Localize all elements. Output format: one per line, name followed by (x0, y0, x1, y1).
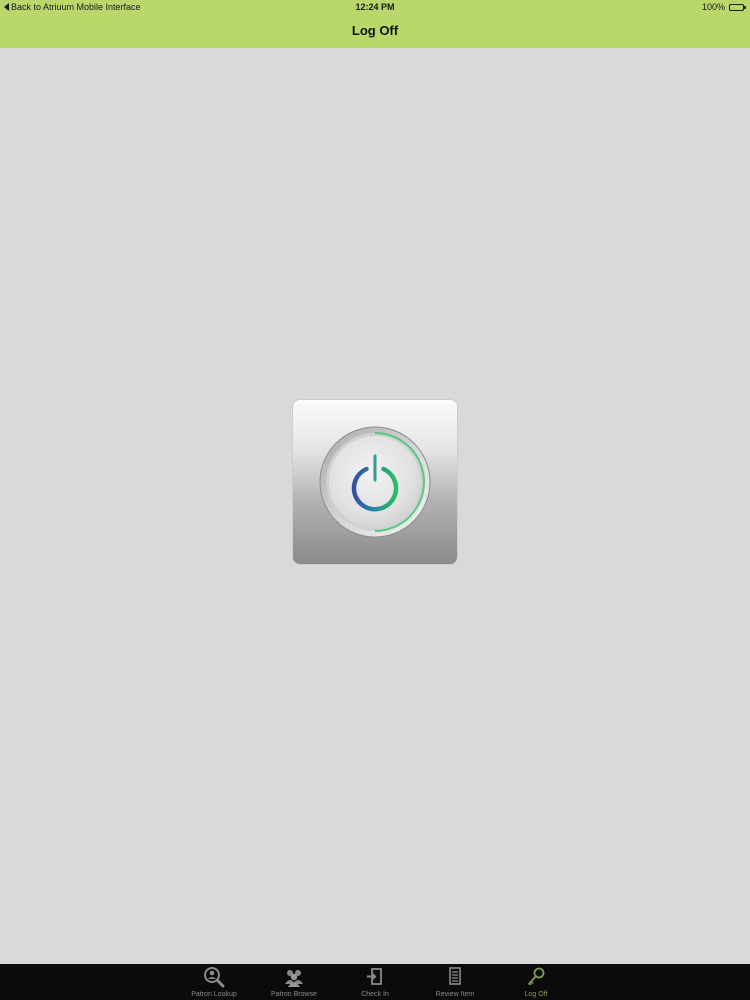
tab-label: Patron Browse (271, 991, 317, 998)
power-icon (319, 426, 431, 538)
key-icon (528, 967, 545, 986)
battery-percent: 100% (701, 2, 725, 12)
tab-patron-lookup[interactable]: Patron Lookup (176, 964, 252, 1000)
tab-log-off[interactable]: Log Off (498, 964, 574, 1000)
page-title: Log Off (351, 23, 399, 38)
tab-bar: Patron Lookup Patron Browse Check In Rev… (0, 964, 750, 1000)
log-off-power-button[interactable] (293, 400, 457, 564)
tab-label: Log Off (524, 991, 548, 998)
document-list-icon (449, 967, 461, 985)
tab-review-item[interactable]: Review Item (417, 964, 493, 1000)
battery-cap (744, 5, 746, 9)
screen: Back to Atriuum Mobile Interface 12:24 P… (0, 0, 750, 1000)
header: Back to Atriuum Mobile Interface 12:24 P… (0, 0, 750, 48)
tab-check-in[interactable]: Check In (337, 964, 413, 1000)
people-group-icon (285, 970, 303, 987)
tab-label: Review Item (435, 991, 475, 998)
main-content (0, 48, 750, 964)
status-time: 12:24 PM (355, 2, 395, 12)
tab-label: Patron Lookup (191, 991, 237, 998)
check-in-door-icon (367, 968, 382, 985)
battery-icon (729, 3, 746, 11)
status-bar: Back to Atriuum Mobile Interface 12:24 P… (0, 0, 750, 16)
tab-label: Check In (361, 991, 389, 998)
battery-indicator: 100% (701, 2, 746, 12)
magnifier-person-icon (204, 967, 225, 988)
tab-patron-browse[interactable]: Patron Browse (256, 964, 332, 1000)
